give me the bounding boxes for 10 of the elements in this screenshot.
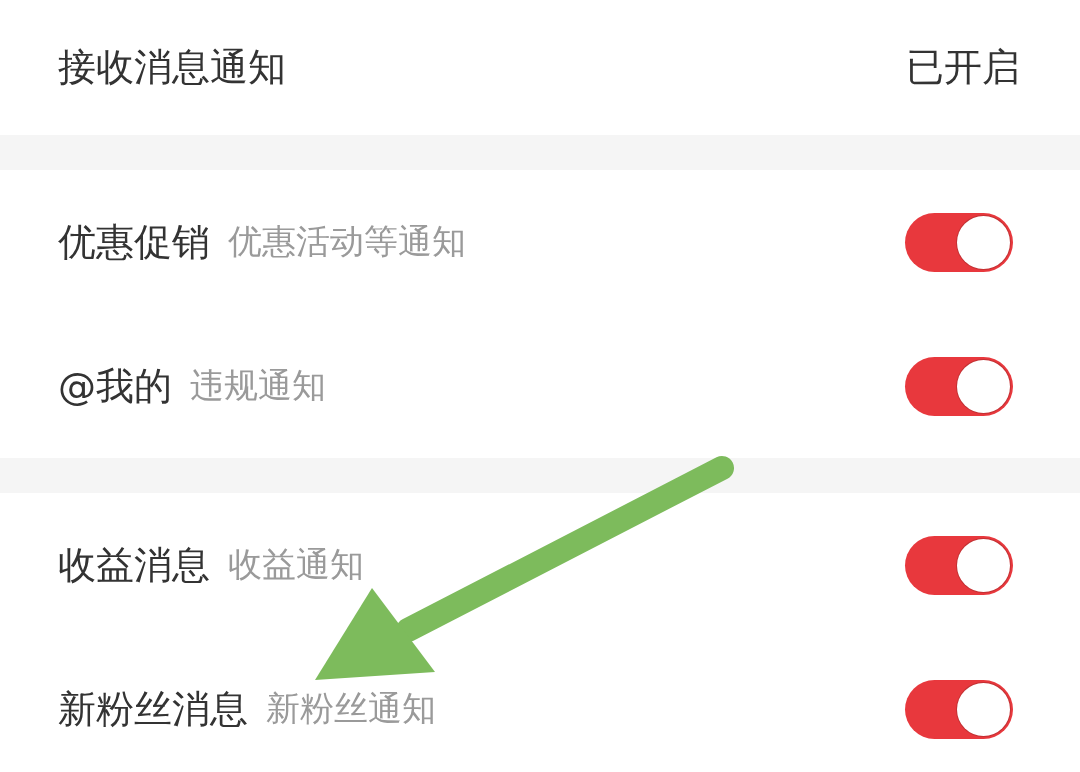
setting-title: 收益消息 bbox=[58, 541, 210, 589]
setting-description: 优惠活动等通知 bbox=[228, 220, 466, 263]
setting-label: 接收消息通知 bbox=[58, 44, 286, 91]
setting-title: 新粉丝消息 bbox=[58, 685, 248, 733]
setting-description: 新粉丝通知 bbox=[266, 687, 436, 730]
setting-description: 收益通知 bbox=[228, 543, 364, 586]
setting-title: @我的 bbox=[58, 362, 172, 410]
status-text: 已开启 bbox=[906, 44, 1020, 91]
setting-description: 违规通知 bbox=[190, 364, 326, 407]
setting-title: 优惠促销 bbox=[58, 218, 210, 266]
